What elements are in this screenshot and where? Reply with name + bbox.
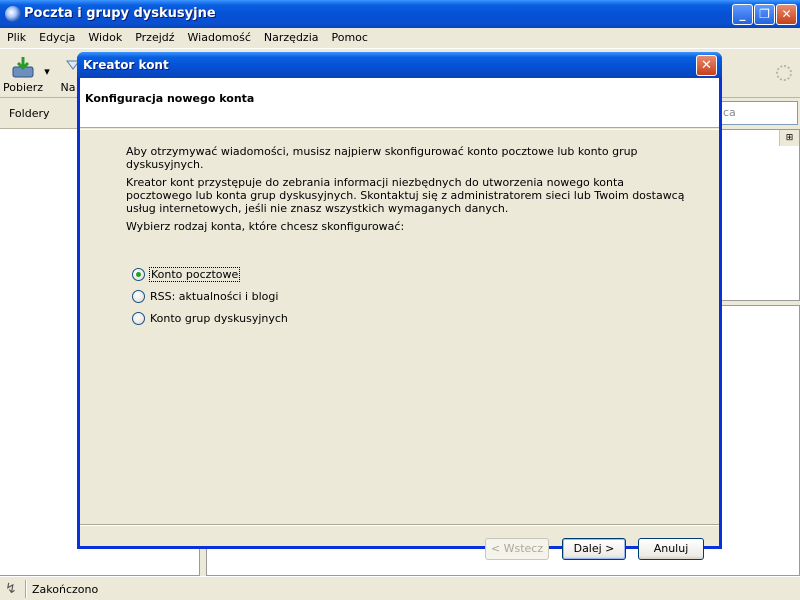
option-label[interactable]: RSS: aktualności i blogi [150,290,278,303]
write-button[interactable]: Na [58,49,78,94]
status-text: Zakończono [32,583,99,596]
close-button[interactable]: ✕ [776,4,797,25]
dialog-close-button[interactable]: ✕ [696,55,717,76]
cancel-button[interactable]: Anuluj [638,538,704,560]
option-label[interactable]: Konto pocztowe [148,267,241,282]
header-divider [80,129,719,130]
prompt-text: Wybierz rodzaj konta, które chcesz skonf… [126,220,405,233]
chevron-down-icon: ▾ [44,65,50,78]
radio-rss[interactable] [132,290,145,303]
online-status-icon[interactable]: ↯ [5,581,17,597]
status-divider [25,580,27,598]
status-bar: ↯ Zakończono [0,576,800,600]
dialog-body: Konfiguracja nowego konta Aby otrzymywać… [80,78,719,560]
dialog-heading: Konfiguracja nowego konta [85,92,255,105]
menu-view[interactable]: Widok [81,28,128,44]
radio-mail-account[interactable] [132,268,145,281]
get-mail-button[interactable]: Pobierz [3,49,43,94]
description-text: Kreator kont przystępuje do zebrania inf… [126,176,685,215]
menu-message[interactable]: Wiadomość [181,28,257,44]
app-icon [5,6,21,22]
account-wizard-dialog: Kreator kont ✕ Konfiguracja nowego konta… [77,52,722,560]
menu-file[interactable]: Plik [0,28,32,44]
search-input[interactable]: ca [720,101,798,125]
get-mail-dropdown[interactable]: ▾ [42,65,52,78]
menu-go[interactable]: Przejdź [128,28,180,44]
radio-newsgroup-account[interactable] [132,312,145,325]
write-icon [58,55,78,79]
dialog-title-bar[interactable]: Kreator kont ✕ [77,52,722,78]
minimize-button[interactable]: _ [732,4,753,25]
menu-bar: Plik Edycja Widok Przejdź Wiadomość Narzędzia… [0,28,800,48]
next-button[interactable]: Dalej > [562,538,626,560]
dialog-content: Aby otrzymywać wiadomości, musisz najpie… [126,145,686,238]
write-label: Na [60,81,76,94]
menu-help[interactable]: Pomoc [325,28,374,44]
title-bar[interactable]: Poczta i grupy dyskusyjne _ ❐ ✕ [0,0,800,28]
option-label[interactable]: Konto grup dyskusyjnych [150,312,288,325]
footer-divider [80,524,719,526]
column-picker-icon[interactable]: ⊞ [779,130,799,146]
dialog-header: Konfiguracja nowego konta [80,78,719,128]
intro-text: Aby otrzymywać wiadomości, musisz najpie… [126,145,638,171]
menu-edit[interactable]: Edycja [32,28,81,44]
menu-tools[interactable]: Narzędzia [257,28,325,44]
activity-throbber-icon [776,65,792,81]
download-icon [10,55,36,79]
back-button[interactable]: < Wstecz [485,538,549,560]
folders-label: Foldery [9,107,50,120]
dialog-title: Kreator kont [83,58,169,72]
get-mail-label: Pobierz [3,81,44,94]
maximize-button[interactable]: ❐ [754,4,775,25]
window-title: Poczta i grupy dyskusyjne [24,6,216,21]
